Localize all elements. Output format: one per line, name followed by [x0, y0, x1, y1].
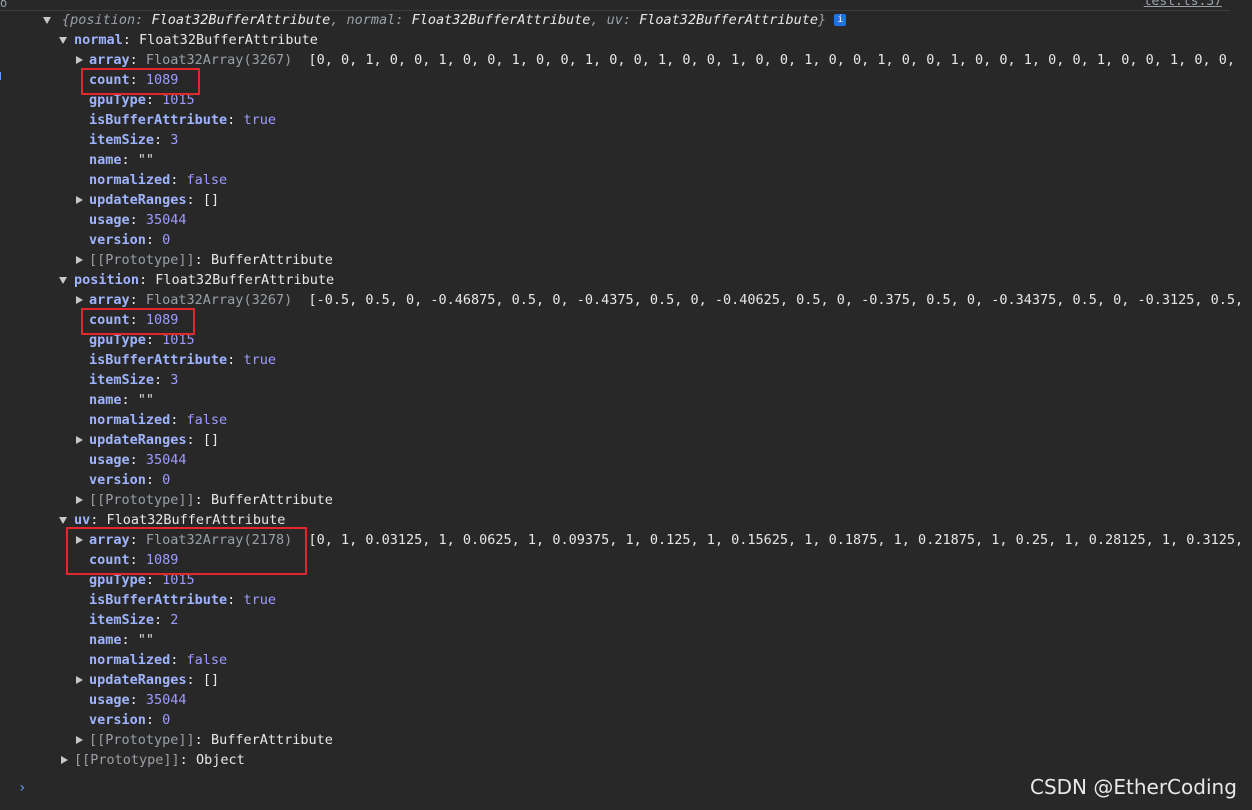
- expand-triangle-right-icon[interactable]: [76, 256, 83, 264]
- normal-version: version: 0: [89, 232, 171, 248]
- expand-triangle-down-icon[interactable]: [59, 277, 67, 284]
- highlight-box-position-count: [81, 308, 195, 335]
- info-icon[interactable]: i: [834, 14, 847, 26]
- property-normal[interactable]: normal: Float32BufferAttribute: [74, 30, 318, 50]
- uv-prototype[interactable]: [[Prototype]]: BufferAttribute: [89, 730, 333, 750]
- normal-itemsize: itemSize: 3: [89, 132, 179, 148]
- position-updateranges[interactable]: updateRanges: []: [89, 430, 219, 450]
- expand-triangle-right-icon[interactable]: [76, 496, 83, 504]
- uv-version: version: 0: [89, 712, 171, 728]
- property-position[interactable]: position: Float32BufferAttribute: [74, 270, 334, 290]
- expand-triangle-right-icon[interactable]: [76, 676, 83, 684]
- console-prompt-icon[interactable]: ›: [18, 780, 26, 796]
- object-summary[interactable]: {position: Float32BufferAttribute, norma…: [62, 10, 847, 30]
- expand-triangle-right-icon[interactable]: [76, 196, 83, 204]
- position-itemsize: itemSize: 3: [89, 372, 179, 388]
- expand-triangle-right-icon[interactable]: [76, 296, 83, 304]
- gutter-indicator: [0, 72, 4, 80]
- console-gutter-mark: δ: [0, 0, 8, 10]
- uv-itemsize: itemSize: 2: [89, 612, 179, 628]
- position-prototype[interactable]: [[Prototype]]: BufferAttribute: [89, 490, 333, 510]
- normal-usage: usage: 35044: [89, 212, 187, 228]
- expand-triangle-right-icon[interactable]: [61, 756, 68, 764]
- expand-triangle-down-icon[interactable]: [43, 17, 51, 24]
- position-name: name: "": [89, 392, 155, 408]
- highlight-box-uv-array-count: [66, 527, 307, 575]
- normal-isbufferattribute: isBufferAttribute: true: [89, 112, 276, 128]
- position-version: version: 0: [89, 472, 171, 488]
- normal-array[interactable]: array: Float32Array(3267) [0, 0, 1, 0, 0…: [89, 50, 1235, 70]
- expand-triangle-right-icon[interactable]: [76, 56, 83, 64]
- position-isbufferattribute: isBufferAttribute: true: [89, 352, 276, 368]
- normal-updateranges[interactable]: updateRanges: []: [89, 190, 219, 210]
- uv-usage: usage: 35044: [89, 692, 187, 708]
- uv-normalized: normalized: false: [89, 652, 228, 668]
- root-prototype[interactable]: [[Prototype]]: Object: [74, 750, 245, 770]
- watermark: CSDN @EtherCoding: [1030, 775, 1237, 799]
- position-usage: usage: 35044: [89, 452, 187, 468]
- expand-triangle-down-icon[interactable]: [59, 37, 67, 44]
- uv-name: name: "": [89, 632, 155, 648]
- normal-name: name: "": [89, 152, 155, 168]
- highlight-box-normal-count: [81, 68, 200, 95]
- normal-normalized: normalized: false: [89, 172, 228, 188]
- uv-isbufferattribute: isBufferAttribute: true: [89, 592, 276, 608]
- position-array[interactable]: array: Float32Array(3267) [-0.5, 0.5, 0,…: [89, 290, 1243, 310]
- expand-triangle-right-icon[interactable]: [76, 736, 83, 744]
- expand-triangle-down-icon[interactable]: [59, 517, 67, 524]
- position-normalized: normalized: false: [89, 412, 228, 428]
- source-link[interactable]: test.ts:37: [1144, 0, 1222, 9]
- expand-triangle-right-icon[interactable]: [76, 436, 83, 444]
- normal-prototype[interactable]: [[Prototype]]: BufferAttribute: [89, 250, 333, 270]
- uv-updateranges[interactable]: updateRanges: []: [89, 670, 219, 690]
